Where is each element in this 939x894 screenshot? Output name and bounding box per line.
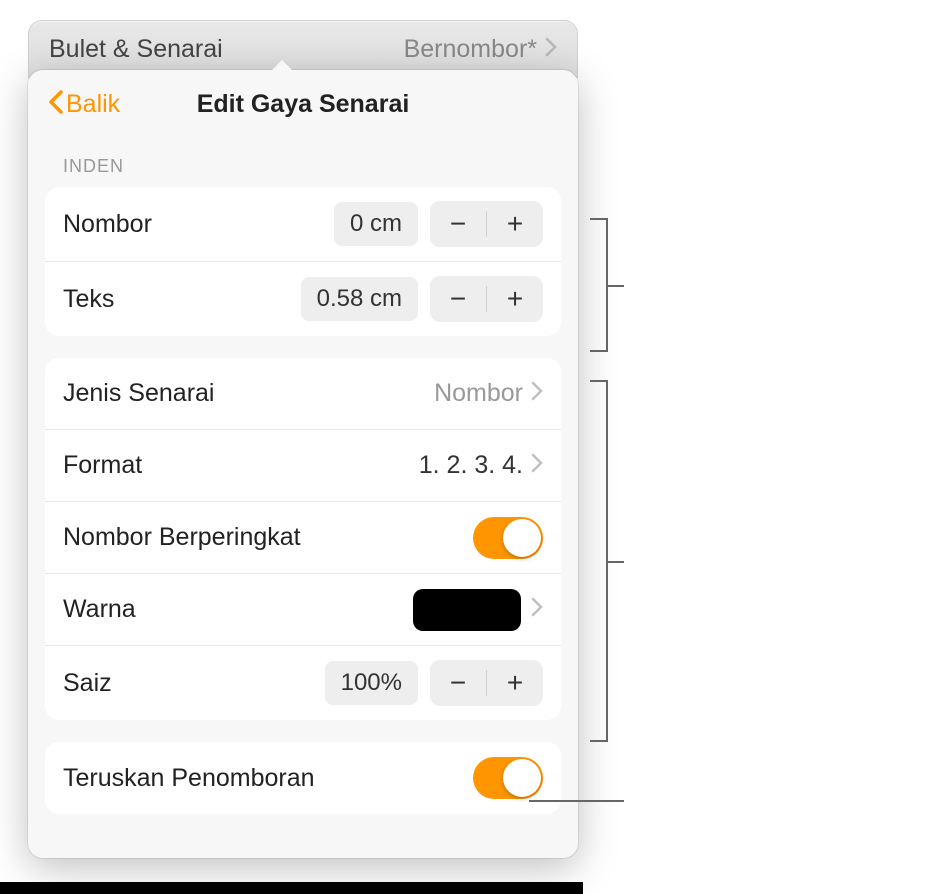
chevron-left-icon — [48, 88, 64, 120]
size-label: Saiz — [63, 669, 325, 698]
number-indent-row: Nombor 0 cm − + — [45, 187, 561, 262]
format-label: Format — [63, 451, 419, 480]
format-row[interactable]: Format 1. 2. 3. 4. — [45, 430, 561, 502]
text-indent-increase[interactable]: + — [487, 276, 543, 322]
parent-title: Bulet & Senarai — [49, 35, 223, 64]
toggle-knob — [503, 759, 541, 797]
size-decrease[interactable]: − — [430, 660, 486, 706]
back-button[interactable]: Balik — [48, 88, 120, 120]
format-value: 1. 2. 3. 4. — [419, 451, 523, 480]
continue-card: Teruskan Penomboran — [45, 742, 561, 814]
chevron-right-icon — [531, 452, 543, 480]
continue-numbering-toggle[interactable] — [473, 757, 543, 799]
parent-value: Bernombor* — [404, 35, 557, 64]
size-value: 100% — [325, 661, 418, 705]
callout-line — [529, 800, 624, 802]
color-row[interactable]: Warna — [45, 574, 561, 646]
number-indent-increase[interactable]: + — [487, 201, 543, 247]
number-indent-stepper: − + — [430, 201, 543, 247]
text-indent-stepper: − + — [430, 276, 543, 322]
chevron-right-icon — [531, 596, 543, 624]
text-indent-label: Teks — [63, 285, 301, 314]
continue-numbering-label: Teruskan Penomboran — [63, 764, 473, 793]
back-label: Balik — [66, 90, 120, 119]
number-indent-label: Nombor — [63, 210, 334, 239]
size-stepper: − + — [430, 660, 543, 706]
text-indent-value: 0.58 cm — [301, 277, 418, 321]
text-indent-decrease[interactable]: − — [430, 276, 486, 322]
nav-header: Balik Edit Gaya Senarai — [43, 88, 563, 138]
bottom-bar — [0, 882, 583, 894]
tiered-numbers-label: Nombor Berperingkat — [63, 523, 473, 552]
list-type-label: Jenis Senarai — [63, 379, 434, 408]
tiered-numbers-toggle[interactable] — [473, 517, 543, 559]
toggle-knob — [503, 519, 541, 557]
color-swatch — [413, 589, 521, 631]
list-type-value: Nombor — [434, 379, 523, 408]
nav-title: Edit Gaya Senarai — [197, 90, 410, 119]
edit-list-style-popover: Balik Edit Gaya Senarai INDEN Nombor 0 c… — [28, 70, 578, 858]
parent-value-text: Bernombor* — [404, 35, 537, 64]
indent-card: Nombor 0 cm − + Teks 0.58 cm − + — [45, 187, 561, 336]
callout-bracket — [590, 380, 608, 742]
size-row: Saiz 100% − + — [45, 646, 561, 720]
tiered-numbers-row: Nombor Berperingkat — [45, 502, 561, 574]
list-settings-card: Jenis Senarai Nombor Format 1. 2. 3. 4. … — [45, 358, 561, 720]
chevron-right-icon — [531, 380, 543, 408]
color-label: Warna — [63, 595, 413, 624]
list-type-row[interactable]: Jenis Senarai Nombor — [45, 358, 561, 430]
number-indent-value: 0 cm — [334, 202, 418, 246]
indent-section-header: INDEN — [43, 138, 563, 187]
text-indent-row: Teks 0.58 cm − + — [45, 262, 561, 336]
size-increase[interactable]: + — [487, 660, 543, 706]
continue-numbering-row: Teruskan Penomboran — [45, 742, 561, 814]
chevron-right-icon — [545, 36, 557, 64]
callout-bracket — [590, 218, 608, 352]
number-indent-decrease[interactable]: − — [430, 201, 486, 247]
